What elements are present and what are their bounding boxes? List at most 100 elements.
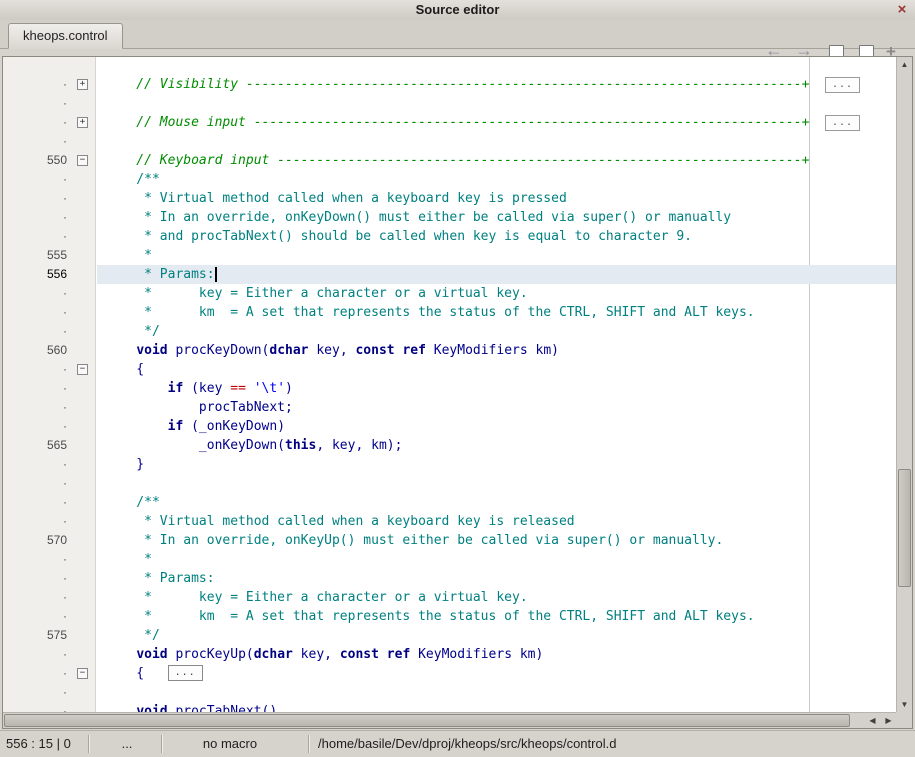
code-line[interactable]: { ... [97,664,896,683]
code-line[interactable]: void procTabNext() [97,702,896,712]
code-line[interactable]: // Mouse input -------------------------… [97,113,896,132]
gutter-line[interactable]: · [3,474,95,493]
line-number: · [63,664,67,683]
gutter-line[interactable]: · [3,645,95,664]
code-line[interactable]: * Virtual method called when a keyboard … [97,189,896,208]
scroll-right-icon[interactable]: ▶ [881,713,896,728]
gutter-line[interactable]: · [3,208,95,227]
gutter-line[interactable]: · [3,683,95,702]
code-line[interactable]: * key = Either a character or a virtual … [97,588,896,607]
code-token [379,647,387,662]
code-token: == [230,381,246,396]
code-line[interactable]: * In an override, onKeyUp() must either … [97,531,896,550]
gutter-line[interactable]: · [3,607,95,626]
gutter-line[interactable]: · [3,493,95,512]
gutter-line[interactable]: · [3,189,95,208]
code-line[interactable] [97,132,896,151]
collapsed-fold-box[interactable]: ... [825,115,860,131]
gutter-line[interactable]: · [3,284,95,303]
gutter-line[interactable]: · [3,398,95,417]
code-line[interactable]: if (_onKeyDown) [97,417,896,436]
gutter-line[interactable]: · [3,455,95,474]
code-line[interactable] [97,94,896,113]
code-token: */ [105,628,160,643]
code-line[interactable]: /** [97,493,896,512]
code-line[interactable]: * km = A set that represents the status … [97,303,896,322]
code-line[interactable]: if (key == '\t') [97,379,896,398]
window-title: Source editor [416,2,500,17]
gutter-line[interactable]: 560 [3,341,95,360]
gutter-line[interactable]: ·+ [3,75,95,94]
code-area[interactable]: // Visibility --------------------------… [97,57,896,712]
gutter-line[interactable]: · [3,322,95,341]
gutter-line[interactable]: · [3,132,95,151]
code-line[interactable]: void procKeyDown(dchar key, const ref Ke… [97,341,896,360]
horizontal-scrollbar[interactable]: ◀ ▶ [3,712,896,728]
current-code-line[interactable]: * Params: [97,265,896,284]
fold-toggle-icon[interactable]: + [77,117,88,128]
code-token [105,419,168,434]
code-line[interactable]: /** [97,170,896,189]
code-line[interactable]: * Virtual method called when a keyboard … [97,512,896,531]
gutter-line[interactable]: · [3,569,95,588]
gutter-line[interactable]: · [3,512,95,531]
gutter-line[interactable]: · [3,417,95,436]
gutter-line[interactable]: · [3,303,95,322]
gutter-line[interactable]: 556 [3,265,95,284]
code-line[interactable]: _onKeyDown(this, key, km); [97,436,896,455]
code-line[interactable]: // Keyboard input ----------------------… [97,151,896,170]
gutter-line[interactable]: · [3,588,95,607]
code-line[interactable]: * [97,246,896,265]
line-number: · [63,417,67,436]
line-number: · [63,322,67,341]
gutter-line[interactable]: · [3,550,95,569]
code-line[interactable]: procTabNext; [97,398,896,417]
scroll-down-icon[interactable]: ▼ [897,697,912,712]
fold-toggle-icon[interactable]: − [77,155,88,166]
code-token: * key = Either a character or a virtual … [105,286,528,301]
gutter-line[interactable]: 555 [3,246,95,265]
tab-kheops-control[interactable]: kheops.control [8,23,123,49]
fold-toggle-icon[interactable]: + [77,79,88,90]
code-line[interactable] [97,683,896,702]
gutter-line[interactable]: · [3,94,95,113]
horizontal-scrollbar-thumb[interactable] [4,714,850,727]
gutter-line[interactable]: · [3,379,95,398]
code-line[interactable]: // Visibility --------------------------… [97,75,896,94]
gutter-line[interactable]: · [3,702,95,712]
code-token: procKeyUp( [168,647,254,662]
scroll-left-icon[interactable]: ◀ [865,713,880,728]
scroll-up-icon[interactable]: ▲ [897,57,912,72]
code-line[interactable]: * key = Either a character or a virtual … [97,284,896,303]
gutter-line[interactable]: ·− [3,360,95,379]
code-line[interactable]: * In an override, onKeyDown() must eithe… [97,208,896,227]
collapsed-fold-box[interactable]: ... [168,665,203,681]
gutter-line[interactable]: 550− [3,151,95,170]
code-line[interactable]: */ [97,626,896,645]
fold-toggle-icon[interactable]: − [77,364,88,375]
code-line[interactable]: { [97,360,896,379]
gutter-line[interactable]: 570 [3,531,95,550]
fold-toggle-icon[interactable]: − [77,668,88,679]
code-line[interactable]: void procKeyUp(dchar key, const ref KeyM… [97,645,896,664]
gutter-line[interactable]: ·+ [3,113,95,132]
code-line[interactable]: } [97,455,896,474]
code-line[interactable] [97,474,896,493]
collapsed-fold-box[interactable]: ... [825,77,860,93]
code-token: this [285,438,316,453]
gutter-line[interactable]: · [3,227,95,246]
code-line[interactable]: */ [97,322,896,341]
code-line[interactable]: * km = A set that represents the status … [97,607,896,626]
vertical-scrollbar[interactable]: ▲ ▼ [896,57,912,712]
code-token: * Virtual method called when a keyboard … [105,514,575,529]
code-line[interactable]: * and procTabNext() should be called whe… [97,227,896,246]
vertical-scrollbar-thumb[interactable] [898,469,911,587]
code-line[interactable]: * [97,550,896,569]
gutter-line[interactable]: 565 [3,436,95,455]
gutter[interactable]: ·+··+·550−····555556···560·−···565····57… [3,57,96,712]
code-line[interactable]: * Params: [97,569,896,588]
close-window-icon[interactable]: × [894,0,910,20]
gutter-line[interactable]: · [3,170,95,189]
gutter-line[interactable]: 575 [3,626,95,645]
gutter-line[interactable]: ·− [3,664,95,683]
